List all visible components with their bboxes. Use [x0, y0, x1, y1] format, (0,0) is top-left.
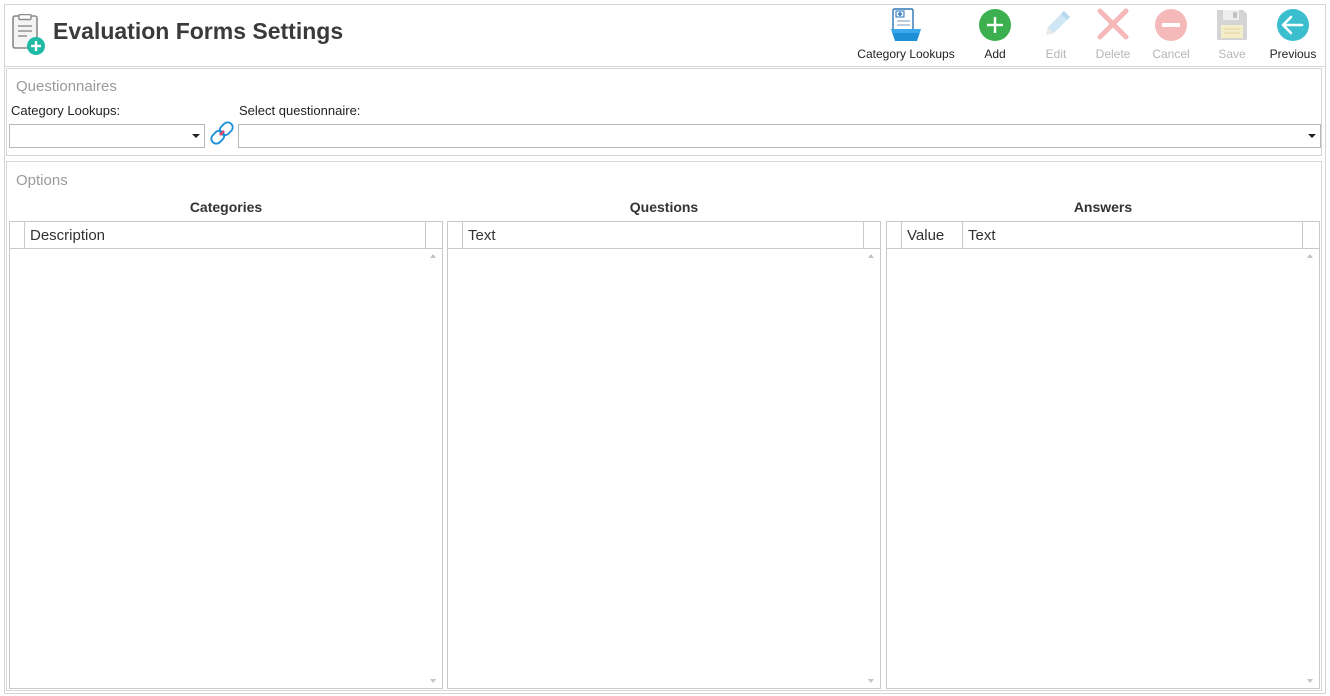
questions-title: Questions [629, 199, 699, 215]
questionnaires-title: Questionnaires [16, 78, 117, 95]
scroll-down-icon[interactable] [866, 675, 877, 686]
chevron-down-icon[interactable] [1308, 134, 1316, 138]
scroll-down-icon[interactable] [1305, 675, 1316, 686]
row-indicator-column [448, 222, 463, 248]
previous-button[interactable]: Previous [1265, 7, 1321, 65]
categories-title: Categories [189, 199, 263, 215]
header-bar: Evaluation Forms Settings Category Looku… [5, 5, 1325, 67]
scroll-up-icon[interactable] [866, 251, 877, 262]
category-lookups-combo[interactable] [9, 124, 205, 148]
page-title: Evaluation Forms Settings [53, 18, 344, 44]
link-icon[interactable] [208, 119, 236, 147]
select-questionnaire-label: Select questionnaire: [239, 103, 361, 118]
cancel-icon [1155, 9, 1187, 41]
options-title: Options [16, 172, 68, 189]
edit-label: Edit [1045, 47, 1067, 61]
categories-grid[interactable]: Description [9, 221, 443, 689]
row-indicator-column [887, 222, 902, 248]
category-lookups-field-label: Category Lookups: [11, 103, 121, 118]
window-frame: Evaluation Forms Settings Category Looku… [4, 4, 1326, 694]
questions-grid-header: Text [448, 222, 880, 249]
back-arrow-icon [1277, 9, 1309, 41]
answers-grid-header: Value Text [887, 222, 1319, 249]
save-label: Save [1218, 47, 1246, 61]
options-group: Options Categories Description Questions… [6, 161, 1322, 691]
scroll-up-icon[interactable] [1305, 251, 1316, 262]
categories-grid-header: Description [10, 222, 442, 249]
categories-scrollbar[interactable] [426, 249, 442, 688]
edit-button[interactable]: Edit [1031, 7, 1081, 65]
category-lookups-button[interactable]: Category Lookups [853, 7, 959, 65]
column-header-text[interactable]: Text [963, 222, 1303, 248]
pencil-icon [1046, 11, 1070, 35]
questions-grid[interactable]: Text [447, 221, 881, 689]
add-label: Add [984, 47, 1006, 61]
delete-button[interactable]: Delete [1087, 7, 1139, 65]
cancel-label: Cancel [1152, 47, 1190, 61]
add-button[interactable]: Add [969, 7, 1021, 65]
answers-title: Answers [1073, 199, 1133, 215]
add-icon [979, 9, 1011, 41]
category-lookups-icon [891, 8, 921, 41]
save-icon [1217, 10, 1247, 40]
answers-scrollbar[interactable] [1303, 249, 1319, 688]
scroll-down-icon[interactable] [428, 675, 439, 686]
cancel-button[interactable]: Cancel [1145, 7, 1197, 65]
delete-x-icon [1097, 8, 1129, 40]
column-header-value[interactable]: Value [902, 222, 963, 248]
questions-scrollbar[interactable] [864, 249, 880, 688]
questionnaires-group: Questionnaires Category Lookups: Select … [6, 68, 1322, 156]
chevron-down-icon[interactable] [192, 134, 200, 138]
save-button[interactable]: Save [1207, 7, 1257, 65]
column-header-description[interactable]: Description [25, 222, 426, 248]
select-questionnaire-combo[interactable] [238, 124, 1321, 148]
delete-label: Delete [1095, 47, 1131, 61]
answers-grid[interactable]: Value Text [886, 221, 1320, 689]
category-lookups-label: Category Lookups [857, 47, 955, 61]
clipboard-add-icon [12, 14, 45, 55]
row-indicator-column [10, 222, 25, 248]
scroll-up-icon[interactable] [428, 251, 439, 262]
previous-label: Previous [1269, 47, 1317, 61]
column-header-text[interactable]: Text [463, 222, 864, 248]
